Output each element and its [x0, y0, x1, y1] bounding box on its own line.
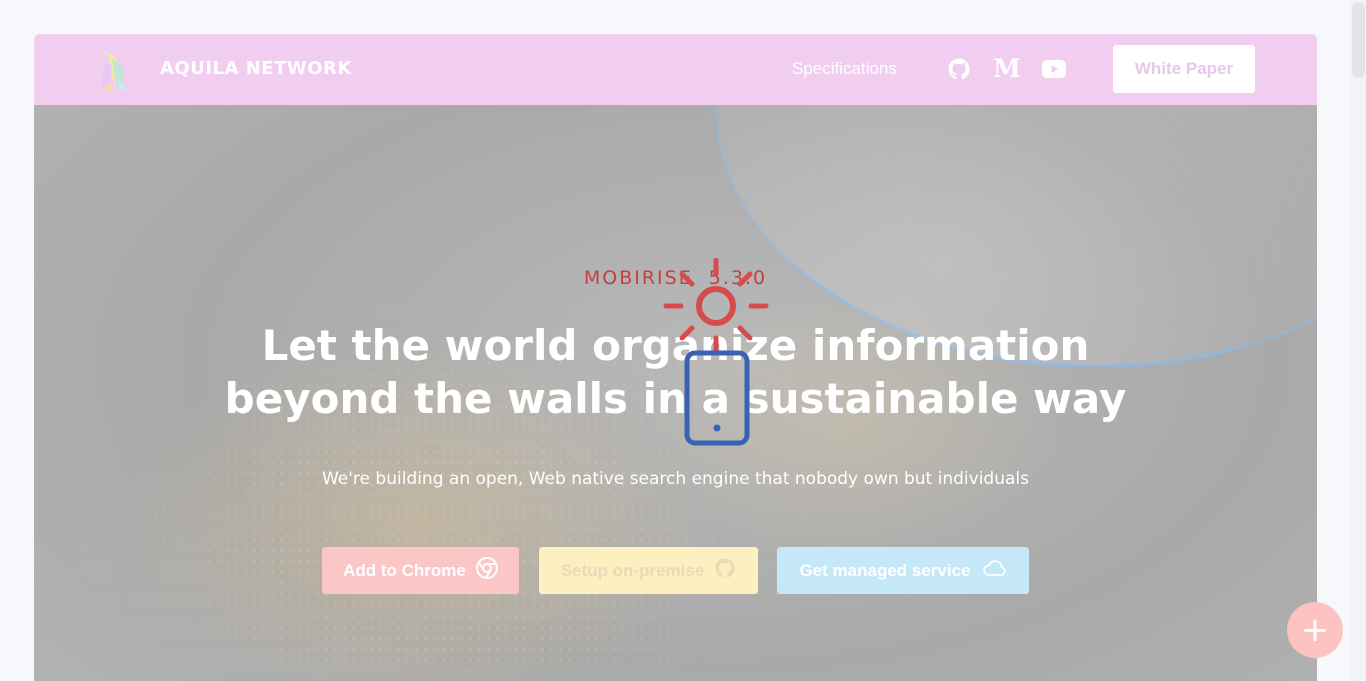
white-paper-button[interactable]: White Paper [1113, 45, 1255, 93]
brand-name[interactable]: AQUILA NETWORK [160, 58, 352, 79]
hero-section: MOBIRISE 5.3.0 Let the world organize in… [34, 34, 1317, 681]
add-fab-button[interactable]: + [1287, 602, 1343, 658]
add-to-chrome-button[interactable]: Add to Chrome [322, 547, 519, 594]
youtube-icon[interactable] [1041, 56, 1067, 82]
hero-eyebrow: MOBIRISE 5.3.0 [583, 267, 768, 289]
scrollbar-thumb[interactable] [1352, 2, 1365, 78]
add-to-chrome-label: Add to Chrome [343, 560, 466, 580]
chrome-icon [475, 557, 498, 584]
hero-subtitle: We're building an open, Web native searc… [321, 469, 1029, 489]
scrollbar-track[interactable] [1351, 0, 1366, 681]
github-icon[interactable] [946, 56, 972, 82]
nav-link-specifications[interactable]: Specifications [792, 59, 897, 79]
hero-title-line2: beyond the walls in a sustainable way [224, 374, 1127, 423]
cloud-icon [981, 558, 1007, 583]
setup-on-premise-button[interactable]: Setup on-premise [539, 547, 758, 594]
setup-on-premise-label: Setup on-premise [560, 560, 705, 580]
hero-title: Let the world organize information beyon… [34, 319, 1317, 425]
page-frame: MOBIRISE 5.3.0 Let the world organize in… [34, 34, 1317, 681]
hero-title-line1: Let the world organize information [261, 321, 1090, 370]
github-icon [714, 557, 736, 584]
get-managed-service-button[interactable]: Get managed service [777, 547, 1029, 594]
top-navbar: AQUILA NETWORK Specifications M White Pa… [34, 34, 1317, 105]
aquila-logo[interactable] [90, 43, 140, 95]
medium-icon[interactable]: M [993, 56, 1021, 82]
get-managed-service-label: Get managed service [799, 560, 971, 580]
